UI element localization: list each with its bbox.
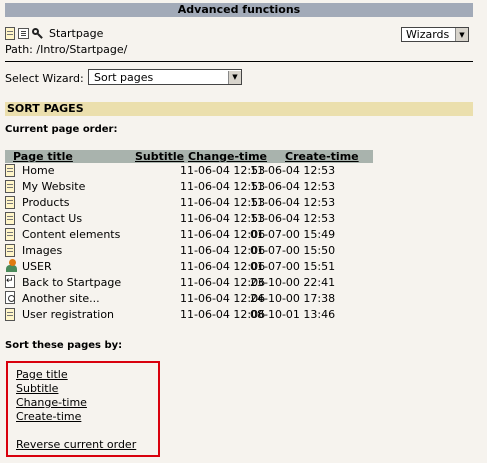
create-time-cell: 01-07-00 15:50: [250, 244, 336, 257]
select-wizard-label: Select Wizard:: [5, 72, 84, 85]
page-title-cell: Content elements: [22, 228, 121, 241]
sort-options-box: Page title Subtitle Change-time Create-t…: [6, 361, 160, 457]
page-icon: [5, 164, 15, 177]
startpage-label: Startpage: [49, 26, 104, 40]
page-title-cell: Another site...: [22, 292, 100, 305]
sort-by-page-title-link[interactable]: Page title: [16, 368, 68, 381]
section-title: SORT PAGES: [7, 102, 84, 115]
header-change-time[interactable]: Change-time: [188, 150, 267, 163]
page-icon: [5, 244, 15, 257]
page-icon: [5, 228, 15, 241]
chevron-down-icon[interactable]: ▼: [228, 70, 241, 84]
page-title-cell: My Website: [22, 180, 86, 193]
create-time-cell: 11-06-04 12:53: [250, 180, 336, 193]
select-wizard-value: Sort pages: [94, 70, 154, 84]
page-title-cell: USER: [22, 260, 52, 273]
header-page-title[interactable]: Page title: [13, 150, 73, 163]
page-toolbar: Startpage: [5, 26, 103, 40]
table-row[interactable]: User registration 11-06-04 12:06 08-10-01 …: [5, 307, 373, 323]
advanced-functions-bar: Advanced functions: [5, 3, 473, 17]
page-title-cell: Images: [22, 244, 63, 257]
table-header: Page title Subtitle Change-time Create-t…: [5, 150, 373, 163]
page-icon: [5, 308, 15, 321]
sort-by-change-time-link[interactable]: Change-time: [16, 396, 87, 409]
sort-by-create-time-link[interactable]: Create-time: [16, 410, 81, 423]
table-row[interactable]: Contact Us 11-06-04 12:53 11-06-04 12:53: [5, 211, 373, 227]
path-text: Path: /Intro/Startpage/: [5, 43, 128, 56]
create-time-cell: 11-06-04 12:53: [250, 164, 336, 177]
wizards-select-value: Wizards: [406, 28, 450, 41]
create-time-cell: 11-06-04 12:53: [250, 196, 336, 209]
current-order-label: Current page order:: [5, 124, 118, 135]
page-title-cell: Home: [22, 164, 55, 177]
reverse-order-link[interactable]: Reverse current order: [16, 438, 136, 451]
table-row[interactable]: My Website 11-06-04 12:53 11-06-04 12:53: [5, 179, 373, 195]
sort-by-label: Sort these pages by:: [5, 340, 123, 351]
create-time-cell: 24-10-00 17:38: [250, 292, 336, 305]
page-order-table: Page title Subtitle Change-time Create-t…: [5, 150, 373, 323]
page-title-cell: Back to Startpage: [22, 276, 122, 289]
page-title-cell: Contact Us: [22, 212, 83, 225]
table-row[interactable]: Another site... 11-06-04 12:06 24-10-00 17…: [5, 291, 373, 307]
select-wizard-dropdown[interactable]: Sort pages ▼: [88, 69, 242, 85]
create-time-cell: 11-06-04 12:53: [250, 212, 336, 225]
page-icon: [5, 212, 15, 225]
wizards-select[interactable]: Wizards ▼: [401, 27, 469, 42]
header-create-time[interactable]: Create-time: [285, 150, 359, 163]
table-row[interactable]: Home 11-06-04 12:53 11-06-04 12:53: [5, 163, 373, 179]
external-link-icon: [5, 291, 15, 304]
page-icon: [5, 180, 15, 193]
table-row[interactable]: Products 11-06-04 12:53 11-06-04 12:53: [5, 195, 373, 211]
page-title-cell: Products: [22, 196, 70, 209]
user-folder-icon: [5, 259, 18, 273]
table-row[interactable]: Content elements 11-06-04 12:06 01-07-00 1…: [5, 227, 373, 243]
table-row[interactable]: Images 11-06-04 12:06 01-07-00 15:50: [5, 243, 373, 259]
header-title: Advanced functions: [177, 3, 301, 16]
create-time-cell: 01-07-00 15:51: [250, 260, 336, 273]
chevron-down-icon[interactable]: ▼: [455, 28, 468, 41]
section-header: SORT PAGES: [5, 102, 473, 116]
table-body: Home 11-06-04 12:53 11-06-04 12:53 My Websi…: [5, 163, 373, 323]
create-time-cell: 01-07-00 15:49: [250, 228, 336, 241]
page-icon[interactable]: [5, 26, 15, 40]
table-row[interactable]: Back to Startpage11-06-04 12:0623-10-00 …: [5, 275, 373, 291]
table-row[interactable]: USER 11-06-04 12:06 01-07-00 15:51: [5, 259, 373, 275]
page-title-cell: User registration: [22, 308, 115, 321]
divider: [5, 61, 473, 62]
sort-by-subtitle-link[interactable]: Subtitle: [16, 382, 58, 395]
create-time-cell: 23-10-00 22:41: [250, 276, 336, 289]
search-icon[interactable]: [32, 27, 43, 40]
create-time-cell: 08-10-01 13:46: [250, 308, 336, 321]
list-view-icon[interactable]: [18, 27, 29, 39]
header-subtitle[interactable]: Subtitle: [135, 150, 184, 163]
shortcut-icon: [5, 275, 15, 288]
page-icon: [5, 196, 15, 209]
